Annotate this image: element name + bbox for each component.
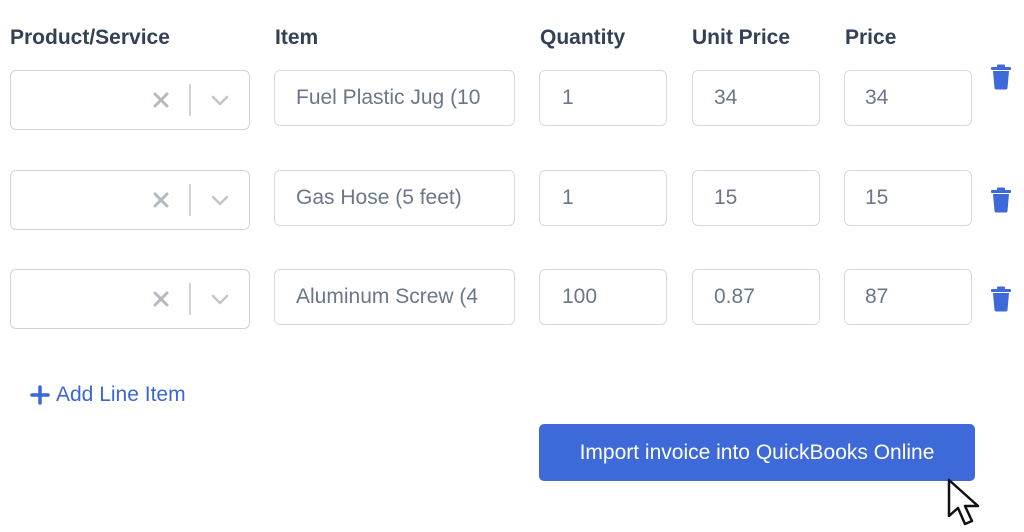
close-icon[interactable] [151, 86, 171, 114]
header-product-service: Product/Service [10, 26, 170, 49]
product-service-select[interactable] [10, 170, 250, 230]
chevron-down-icon[interactable] [209, 89, 231, 111]
product-service-select[interactable] [10, 269, 250, 329]
price-input[interactable]: 15 [844, 170, 972, 226]
header-price: Price [845, 26, 897, 49]
add-line-item-label: Add Line Item [56, 383, 186, 406]
unit-price-input[interactable]: 0.87 [692, 269, 820, 325]
trash-icon[interactable] [990, 187, 1012, 213]
header-item: Item [275, 26, 319, 49]
quantity-input[interactable]: 1 [539, 170, 667, 226]
select-separator [189, 84, 191, 116]
quantity-input[interactable]: 100 [539, 269, 667, 325]
item-input[interactable]: Aluminum Screw (4 [274, 269, 515, 325]
unit-price-input[interactable]: 34 [692, 70, 820, 126]
trash-icon[interactable] [990, 64, 1012, 90]
product-service-select[interactable] [10, 70, 250, 130]
header-quantity: Quantity [540, 26, 626, 49]
select-separator [189, 283, 191, 315]
header-unit-price: Unit Price [692, 26, 791, 49]
plus-icon [30, 385, 50, 405]
close-icon[interactable] [151, 285, 171, 313]
item-input[interactable]: Fuel Plastic Jug (10 [274, 70, 515, 126]
chevron-down-icon[interactable] [209, 288, 231, 310]
close-icon[interactable] [151, 186, 171, 214]
price-input[interactable]: 87 [844, 269, 972, 325]
add-line-item-button[interactable]: Add Line Item [30, 383, 186, 407]
item-input[interactable]: Gas Hose (5 feet) [274, 170, 515, 226]
chevron-down-icon[interactable] [209, 189, 231, 211]
trash-icon[interactable] [990, 286, 1012, 312]
import-invoice-button[interactable]: Import invoice into QuickBooks Online [539, 424, 975, 481]
mouse-pointer-icon [947, 478, 980, 526]
unit-price-input[interactable]: 15 [692, 170, 820, 226]
price-input[interactable]: 34 [844, 70, 972, 126]
select-separator [189, 184, 191, 216]
quantity-input[interactable]: 1 [539, 70, 667, 126]
